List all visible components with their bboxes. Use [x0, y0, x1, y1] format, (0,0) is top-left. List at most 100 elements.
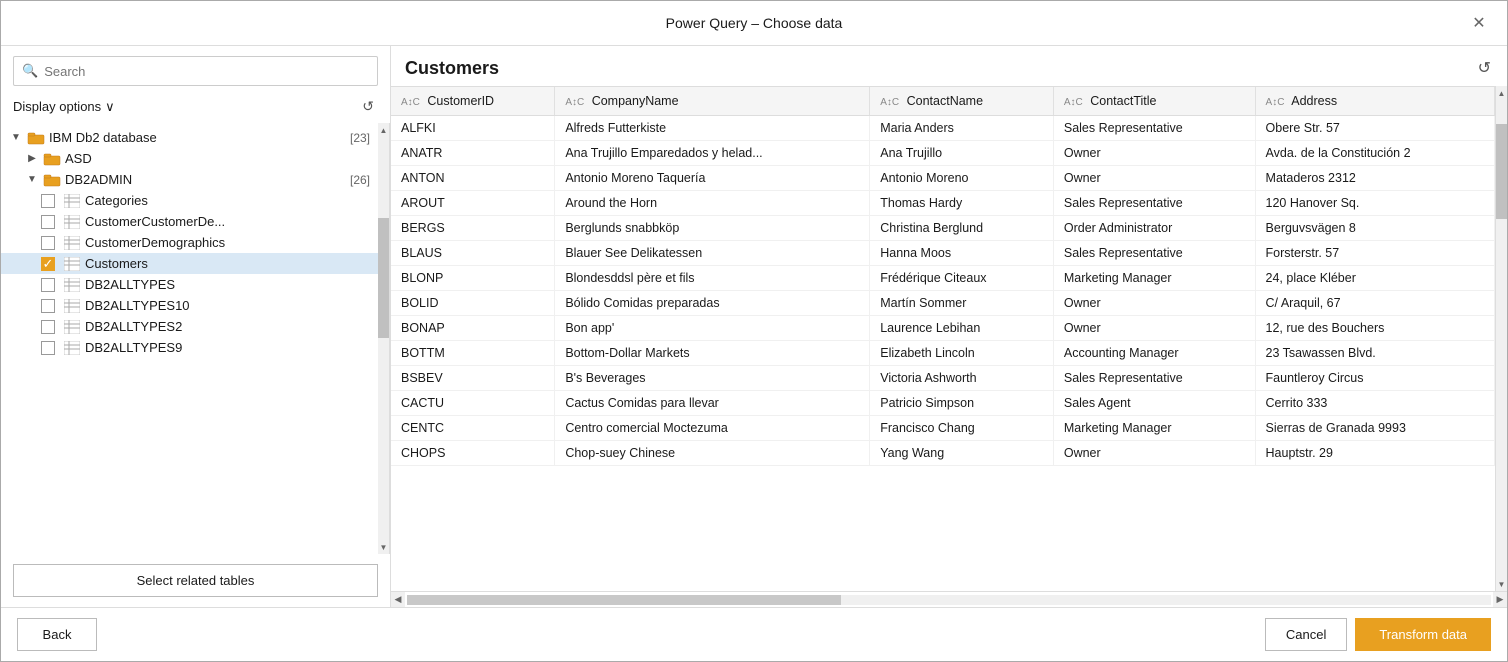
- table-cell: Blondesddsl père et fils: [555, 266, 870, 291]
- h-scroll-thumb: [407, 595, 841, 605]
- table-icon-categories: [63, 194, 81, 208]
- tree-label-customer-customer-de: CustomerCustomerDe...: [85, 214, 370, 229]
- table-cell: Cerrito 333: [1255, 391, 1494, 416]
- tree-node-categories[interactable]: Categories: [1, 190, 378, 211]
- table-row: BONAPBon app'Laurence LebihanOwner12, ru…: [391, 316, 1495, 341]
- table-cell: Owner: [1053, 316, 1255, 341]
- table-icon-customer-customer-de: [63, 215, 81, 229]
- tree-node-db2alltypes[interactable]: DB2ALLTYPES: [1, 274, 378, 295]
- close-button[interactable]: ✕: [1467, 11, 1491, 35]
- right-panel-refresh-button[interactable]: ↺: [1476, 56, 1493, 80]
- tree-label-customer-demographics: CustomerDemographics: [85, 235, 370, 250]
- tree-node-db2alltypes2[interactable]: DB2ALLTYPES2: [1, 316, 378, 337]
- left-panel-refresh-button[interactable]: ↺: [358, 96, 378, 117]
- table-cell: BSBEV: [391, 366, 555, 391]
- col-header-address[interactable]: A↕C Address: [1255, 87, 1494, 116]
- table-icon-db2alltypes9: [63, 341, 81, 355]
- dialog-title: Power Query – Choose data: [41, 15, 1467, 31]
- tree-label-db2admin: DB2ADMIN: [65, 172, 344, 187]
- table-cell: Owner: [1053, 441, 1255, 466]
- tree-label-db2alltypes9: DB2ALLTYPES9: [85, 340, 370, 355]
- table-cell: Berguvsvägen 8: [1255, 216, 1494, 241]
- table-cell: Alfreds Futterkiste: [555, 116, 870, 141]
- tree-label-db2alltypes10: DB2ALLTYPES10: [85, 298, 370, 313]
- checkbox-customers[interactable]: ✓: [41, 257, 55, 271]
- table-body: ALFKIAlfreds FutterkisteMaria AndersSale…: [391, 116, 1495, 466]
- h-scroll-left-button[interactable]: ◀: [391, 592, 405, 608]
- table-cell: Avda. de la Constitución 2: [1255, 141, 1494, 166]
- col-type-icon-address: A↕C: [1266, 97, 1285, 108]
- tree-node-asd[interactable]: ▶ ASD: [1, 148, 378, 169]
- table-row: ALFKIAlfreds FutterkisteMaria AndersSale…: [391, 116, 1495, 141]
- checkbox-db2alltypes2[interactable]: [41, 320, 55, 334]
- table-cell: Christina Berglund: [870, 216, 1054, 241]
- checkbox-customer-demographics[interactable]: [41, 236, 55, 250]
- tree-label-customers: Customers: [85, 256, 370, 271]
- tree-label-db2alltypes2: DB2ALLTYPES2: [85, 319, 370, 334]
- table-cell: Maria Anders: [870, 116, 1054, 141]
- table-cell: Sales Representative: [1053, 241, 1255, 266]
- table-cell: Cactus Comidas para llevar: [555, 391, 870, 416]
- tree-node-db2admin[interactable]: ▼ DB2ADMIN [26]: [1, 169, 378, 190]
- table-cell: B's Beverages: [555, 366, 870, 391]
- left-scroll-down-button[interactable]: ▼: [378, 540, 389, 554]
- tree-node-db2alltypes9[interactable]: DB2ALLTYPES9: [1, 337, 378, 358]
- col-header-contactname[interactable]: A↕C ContactName: [870, 87, 1054, 116]
- right-scrollbar: ▲ ▼: [1495, 86, 1507, 591]
- right-scroll-down-button[interactable]: ▼: [1496, 577, 1507, 591]
- dialog: Power Query – Choose data ✕ 🔍 Display op…: [0, 0, 1508, 662]
- col-header-companyname[interactable]: A↕C CompanyName: [555, 87, 870, 116]
- tree-node-customer-demographics[interactable]: CustomerDemographics: [1, 232, 378, 253]
- table-cell: Marketing Manager: [1053, 266, 1255, 291]
- select-related-tables-button[interactable]: Select related tables: [13, 564, 378, 597]
- tree-with-scrollbar: ▼ IBM Db2 database [23] ▶: [1, 123, 390, 554]
- tree-label-ibm-db2: IBM Db2 database: [49, 130, 344, 145]
- tree-node-ibm-db2[interactable]: ▼ IBM Db2 database [23]: [1, 127, 378, 148]
- title-bar: Power Query – Choose data ✕: [1, 1, 1507, 46]
- tree-area[interactable]: ▼ IBM Db2 database [23] ▶: [1, 123, 378, 554]
- data-table-container[interactable]: A↕C CustomerID A↕C CompanyName A↕C Conta…: [391, 86, 1495, 591]
- checkbox-customer-customer-de[interactable]: [41, 215, 55, 229]
- folder-closed-icon-asd: [43, 152, 61, 166]
- table-cell: Owner: [1053, 141, 1255, 166]
- right-scroll-up-button[interactable]: ▲: [1496, 86, 1507, 100]
- tree-node-customer-customer-de[interactable]: CustomerCustomerDe...: [1, 211, 378, 232]
- col-header-customerid[interactable]: A↕C CustomerID: [391, 87, 555, 116]
- tree-node-db2alltypes10[interactable]: DB2ALLTYPES10: [1, 295, 378, 316]
- table-cell: Sierras de Granada 9993: [1255, 416, 1494, 441]
- left-scroll-up-button[interactable]: ▲: [378, 123, 389, 137]
- checkbox-categories[interactable]: [41, 194, 55, 208]
- table-cell: Accounting Manager: [1053, 341, 1255, 366]
- display-options-label[interactable]: Display options ∨: [13, 99, 115, 115]
- table-cell: Berglunds snabbköp: [555, 216, 870, 241]
- transform-data-button[interactable]: Transform data: [1355, 618, 1491, 651]
- table-cell: 12, rue des Bouchers: [1255, 316, 1494, 341]
- col-type-icon-contacttitle: A↕C: [1064, 97, 1083, 108]
- checkbox-db2alltypes10[interactable]: [41, 299, 55, 313]
- tree-node-customers[interactable]: ✓ Customers: [1, 253, 378, 274]
- right-buttons: Cancel Transform data: [1265, 618, 1491, 651]
- tree-count-ibm-db2: [23]: [350, 131, 370, 145]
- table-cell: Owner: [1053, 166, 1255, 191]
- table-cell: Hauptstr. 29: [1255, 441, 1494, 466]
- tree-label-asd: ASD: [65, 151, 370, 166]
- col-header-contacttitle[interactable]: A↕C ContactTitle: [1053, 87, 1255, 116]
- table-cell: Frédérique Citeaux: [870, 266, 1054, 291]
- search-input[interactable]: [44, 64, 369, 79]
- left-scrollbar: ▲ ▼: [378, 123, 390, 554]
- table-cell: Forsterstr. 57: [1255, 241, 1494, 266]
- h-scroll-right-button[interactable]: ▶: [1493, 592, 1507, 608]
- search-icon: 🔍: [22, 63, 38, 79]
- back-button[interactable]: Back: [17, 618, 97, 651]
- table-cell: CENTC: [391, 416, 555, 441]
- table-cell: Bon app': [555, 316, 870, 341]
- checkbox-db2alltypes9[interactable]: [41, 341, 55, 355]
- table-row: BSBEVB's BeveragesVictoria AshworthSales…: [391, 366, 1495, 391]
- checkbox-db2alltypes[interactable]: [41, 278, 55, 292]
- search-box[interactable]: 🔍: [13, 56, 378, 86]
- left-panel: 🔍 Display options ∨ ↺ ▼: [1, 46, 391, 607]
- table-row: BOLIDBólido Comidas preparadasMartín Som…: [391, 291, 1495, 316]
- table-cell: Laurence Lebihan: [870, 316, 1054, 341]
- table-row: AROUTAround the HornThomas HardySales Re…: [391, 191, 1495, 216]
- cancel-button[interactable]: Cancel: [1265, 618, 1347, 651]
